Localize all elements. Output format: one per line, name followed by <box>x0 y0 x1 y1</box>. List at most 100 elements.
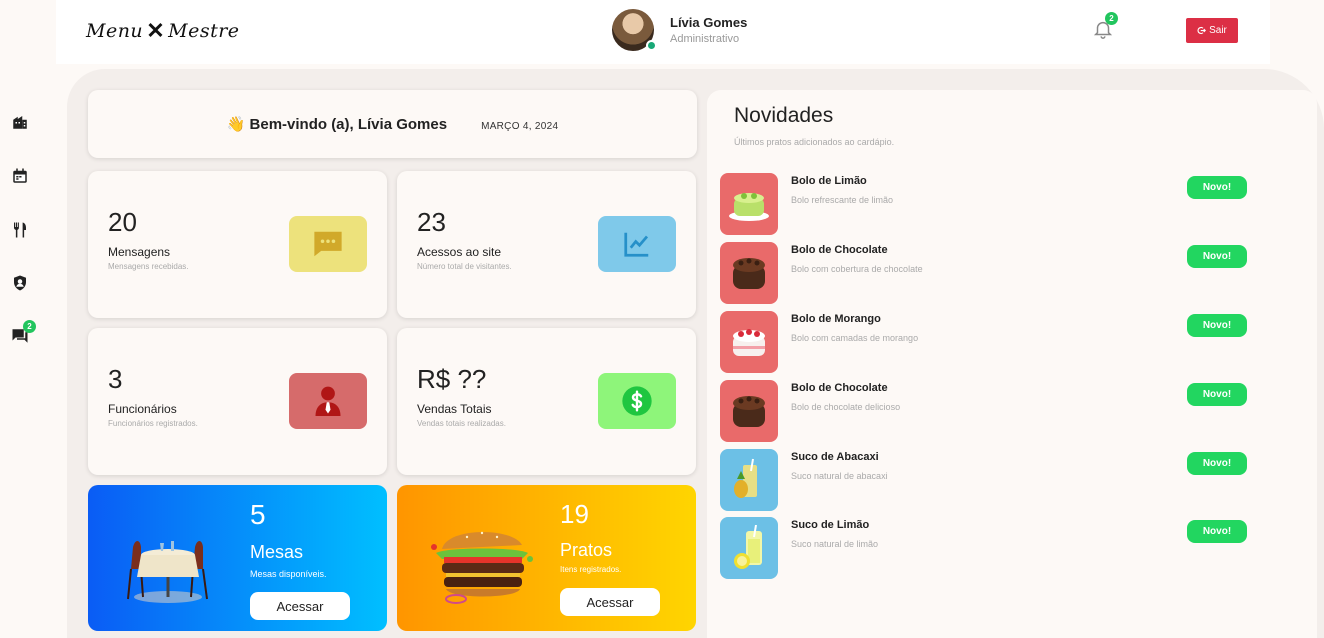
dollar-icon <box>622 386 652 416</box>
logo-text-menu: Menu <box>86 20 144 42</box>
tables-access-button[interactable]: Acessar <box>250 592 350 620</box>
news-item[interactable]: Suco de Limão Suco natural de limão Novo… <box>720 517 1280 579</box>
news-subtitle: Últimos pratos adicionados ao cardápio. <box>734 137 895 147</box>
dining-table-illustration <box>127 541 208 603</box>
stat-icon-box <box>289 373 367 429</box>
news-item-name: Bolo de Chocolate <box>791 244 888 256</box>
stat-card-employees[interactable]: 3 Funcionários Funcionários registrados. <box>88 328 387 475</box>
tables-label: Mesas <box>250 542 304 562</box>
stat-label: Mensagens <box>108 245 171 259</box>
waving-hand-icon: 👋 <box>226 116 246 133</box>
tables-description: Mesas disponíveis. <box>250 569 327 579</box>
current-date: MARÇO 4, 2024 <box>481 120 559 132</box>
welcome-text: Bem-vindo (a), Lívia Gomes <box>249 116 448 133</box>
top-header: Menu ✕ Mestre Lívia Gomes Administrativo… <box>56 0 1270 64</box>
sidebar-item-employees[interactable] <box>10 273 30 293</box>
lemon-juice-image <box>720 517 778 579</box>
logo-text-mestre: Mestre <box>168 20 240 42</box>
user-profile[interactable]: Lívia Gomes Administrativo <box>610 7 747 53</box>
news-item[interactable]: Bolo de Chocolate Bolo com cobertura de … <box>720 242 1280 304</box>
news-item[interactable]: Bolo de Limão Bolo refrescante de limão … <box>720 173 1280 235</box>
stat-icon-box <box>598 373 676 429</box>
building-icon <box>13 116 27 129</box>
new-badge: Novo! <box>1187 452 1247 475</box>
chat-dots-icon <box>314 231 342 257</box>
stat-description: Vendas totais realizadas. <box>417 419 506 428</box>
stat-description: Número total de visitantes. <box>417 262 512 271</box>
dishes-description: Itens registrados. <box>560 565 622 574</box>
stat-value: R$ ?? <box>417 364 487 394</box>
stat-card-messages[interactable]: 20 Mensagens Mensagens recebidas. <box>88 171 387 318</box>
stat-card-total-sales[interactable]: R$ ?? Vendas Totais Vendas totais realiz… <box>397 328 696 475</box>
news-item-description: Suco natural de abacaxi <box>791 471 888 481</box>
sidebar-item-dishes[interactable] <box>10 220 30 240</box>
tables-count: 5 <box>250 499 266 530</box>
news-item-description: Bolo de chocolate delicioso <box>791 402 901 412</box>
stat-card-site-access[interactable]: 23 Acessos ao site Número total de visit… <box>397 171 696 318</box>
chocolate-cake-image <box>720 242 778 304</box>
logout-label: Sair <box>1209 25 1227 36</box>
tables-card[interactable]: 5 Mesas Mesas disponíveis. Acessar <box>88 485 387 631</box>
news-item-name: Suco de Limão <box>791 519 870 531</box>
new-badge: Novo! <box>1187 245 1247 268</box>
dishes-access-button[interactable]: Acessar <box>560 588 660 616</box>
notifications-badge: 2 <box>1105 12 1118 25</box>
dishes-label: Pratos <box>560 540 613 560</box>
strawberry-cake-image <box>720 311 778 373</box>
stat-icon-box <box>289 216 367 272</box>
new-badge: Novo! <box>1187 383 1247 406</box>
calendar-icon <box>13 168 27 183</box>
crossed-utensils-icon: ✕ <box>146 18 166 44</box>
news-item-name: Bolo de Morango <box>791 313 881 325</box>
stat-value: 3 <box>108 364 123 394</box>
news-item-description: Bolo com camadas de morango <box>791 333 919 343</box>
lime-cake-image <box>720 173 778 235</box>
user-badge-icon <box>14 275 26 291</box>
burger-illustration <box>431 531 533 604</box>
news-item[interactable]: Bolo de Morango Bolo com camadas de mora… <box>720 311 1280 373</box>
logout-button[interactable]: Sair <box>1186 18 1238 43</box>
news-item-description: Bolo com cobertura de chocolate <box>791 264 923 274</box>
new-badge: Novo! <box>1187 176 1247 199</box>
new-badge: Novo! <box>1187 520 1247 543</box>
welcome-title: 👋 Bem-vindo (a), Lívia Gomes <box>227 115 447 133</box>
stat-description: Mensagens recebidas. <box>108 262 189 271</box>
news-panel: Novidades Últimos pratos adicionados ao … <box>707 90 1317 638</box>
employee-icon <box>315 386 341 416</box>
sidebar-item-building[interactable] <box>10 112 30 132</box>
chocolate-cake-image <box>720 380 778 442</box>
stat-icon-box <box>598 216 676 272</box>
news-title: Novidades <box>734 104 834 127</box>
notifications-button[interactable]: 2 <box>1092 12 1118 40</box>
news-item[interactable]: Suco de Abacaxi Suco natural de abacaxi … <box>720 449 1280 511</box>
main-content: 👋 Bem-vindo (a), Lívia Gomes MARÇO 4, 20… <box>67 69 1324 638</box>
stat-value: 20 <box>108 207 137 237</box>
line-chart-icon <box>624 232 649 257</box>
news-item-name: Bolo de Chocolate <box>791 382 888 394</box>
cutlery-icon <box>14 222 26 238</box>
online-status-dot <box>646 40 657 51</box>
stat-description: Funcionários registrados. <box>108 419 198 428</box>
sidebar-item-messages[interactable]: 2 <box>10 320 36 346</box>
logout-icon <box>1197 26 1207 35</box>
stat-label: Acessos ao site <box>417 245 502 259</box>
news-item-name: Bolo de Limão <box>791 175 867 187</box>
sidebar-item-calendar[interactable] <box>10 166 30 186</box>
news-item[interactable]: Bolo de Chocolate Bolo de chocolate deli… <box>720 380 1280 442</box>
user-name: Lívia Gomes <box>670 15 748 30</box>
news-item-name: Suco de Abacaxi <box>791 451 879 463</box>
welcome-card: 👋 Bem-vindo (a), Lívia Gomes MARÇO 4, 20… <box>88 90 697 158</box>
user-role: Administrativo <box>670 33 740 45</box>
messages-badge: 2 <box>23 320 36 333</box>
pineapple-juice-image <box>720 449 778 511</box>
stat-value: 23 <box>417 207 446 237</box>
news-item-description: Suco natural de limão <box>791 539 879 549</box>
stat-label: Vendas Totais <box>417 402 492 416</box>
dishes-card[interactable]: 19 Pratos Itens registrados. Acessar <box>397 485 696 631</box>
stat-label: Funcionários <box>108 402 177 416</box>
new-badge: Novo! <box>1187 314 1247 337</box>
news-item-description: Bolo refrescante de limão <box>791 195 894 205</box>
dishes-count: 19 <box>560 499 589 529</box>
avatar <box>610 7 657 53</box>
app-logo[interactable]: Menu ✕ Mestre <box>86 18 240 44</box>
